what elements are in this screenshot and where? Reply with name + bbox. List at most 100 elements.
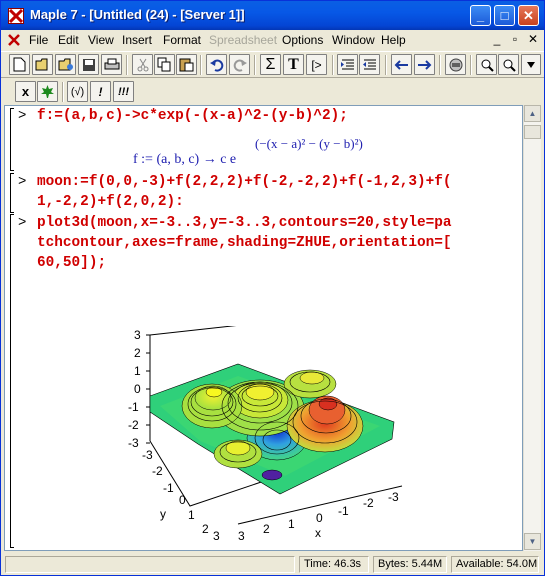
execute-button[interactable]: ! [90, 81, 111, 102]
y-tick: -1 [163, 481, 174, 495]
y-axis: -3 -2 -1 0 1 2 3 y [142, 448, 220, 541]
open-url-icon[interactable] [55, 54, 76, 75]
scroll-down-button[interactable]: ▼ [524, 533, 541, 550]
new-document-icon[interactable] [9, 54, 30, 75]
vertical-scrollbar[interactable]: ▲ ▼ [523, 105, 541, 551]
input-line-f[interactable]: f:=(a,b,c)->c*exp(-(x-a)^2-(y-b)^2); [37, 106, 348, 126]
outdent-icon[interactable] [359, 54, 380, 75]
maple-leaf-icon[interactable] [37, 81, 58, 102]
scroll-thumb[interactable] [524, 125, 541, 139]
prompt: > [18, 215, 27, 231]
z-tick: -1 [128, 400, 139, 414]
mdi-minimize-button[interactable]: _ [489, 32, 505, 48]
undo-icon[interactable] [206, 54, 227, 75]
toolbar-separator [470, 55, 472, 75]
close-button[interactable]: ✕ [518, 5, 539, 26]
status-available: Available: 54.0M [451, 556, 539, 573]
toggle-expression-button[interactable]: (√) [67, 81, 88, 102]
mdi-close-button[interactable]: ✕ [525, 32, 541, 48]
toolbar-chevron-icon[interactable] [521, 54, 541, 75]
menu-view[interactable]: View [88, 33, 114, 47]
text-icon[interactable]: T [283, 54, 304, 75]
zoom-out-icon[interactable] [498, 54, 519, 75]
toolbar-separator [385, 55, 387, 75]
worksheet[interactable]: > f:=(a,b,c)->c*exp(-(x-a)^2-(y-b)^2); f… [4, 105, 523, 551]
status-bytes: Bytes: 5.44M [373, 556, 447, 573]
cut-icon[interactable] [132, 54, 153, 75]
z-tick: 1 [134, 364, 141, 378]
document-icon[interactable] [7, 33, 21, 47]
menu-help[interactable]: Help [381, 33, 406, 47]
x-tick: 1 [288, 517, 295, 531]
forward-arrow-icon[interactable] [414, 54, 435, 75]
y-tick: 3 [213, 529, 220, 541]
title-bar[interactable]: Maple 7 - [Untitled (24) - [Server 1]] _… [1, 1, 544, 30]
indent-icon[interactable] [337, 54, 358, 75]
sigma-icon[interactable]: Σ [260, 54, 281, 75]
toolbar-separator [332, 55, 334, 75]
menu-window[interactable]: Window [332, 33, 375, 47]
input-line-plot-2[interactable]: tchcontour,axes=frame,shading=ZHUE,orien… [37, 233, 452, 253]
maple-app-icon[interactable] [8, 8, 24, 24]
save-icon[interactable] [78, 54, 99, 75]
context-toolbar: x (√) ! !!! [1, 79, 544, 103]
menu-edit[interactable]: Edit [58, 33, 79, 47]
z-axis: 3 2 1 0 -1 -2 -3 [128, 328, 150, 450]
toolbar-separator [62, 82, 64, 102]
paste-icon[interactable] [176, 54, 197, 75]
open-folder-icon[interactable] [32, 54, 53, 75]
exec-icon[interactable]: [> [306, 54, 327, 75]
z-tick: -3 [128, 436, 139, 450]
status-time: Time: 46.3s [299, 556, 369, 573]
y-tick: -2 [152, 464, 163, 478]
y-tick: 2 [202, 522, 209, 536]
minimize-button[interactable]: _ [470, 5, 491, 26]
zoom-in-icon[interactable] [476, 54, 497, 75]
main-toolbar: Σ T [> [1, 51, 544, 78]
mdi-restore-button[interactable]: ▫ [507, 32, 523, 48]
execution-group-bracket[interactable] [10, 108, 14, 171]
copy-icon[interactable] [154, 54, 175, 75]
status-bar: Time: 46.3s Bytes: 5.44M Available: 54.0… [1, 554, 544, 575]
y-tick: 0 [179, 493, 186, 507]
menu-insert[interactable]: Insert [122, 33, 152, 47]
menu-spreadsheet[interactable]: Spreadsheet [209, 33, 277, 47]
y-tick: -3 [142, 448, 153, 462]
output-f-definition: f := (a, b, c) → c e [133, 152, 236, 168]
menu-options[interactable]: Options [282, 33, 323, 47]
input-line-moon-1[interactable]: moon:=f(0,0,-3)+f(2,2,2)+f(-2,-2,2)+f(-1… [37, 172, 452, 192]
x-tick: 2 [263, 522, 270, 536]
back-arrow-icon[interactable] [391, 54, 412, 75]
menu-format[interactable]: Format [163, 33, 201, 47]
output-exponent: (−(x − a)² − (y − b)²) [255, 136, 363, 151]
prompt: > [18, 108, 27, 124]
maximize-button[interactable]: □ [494, 5, 515, 26]
execute-all-button[interactable]: !!! [113, 81, 134, 102]
execution-group-bracket[interactable] [10, 214, 14, 548]
x-axis-label: x [315, 526, 321, 540]
toolbar-separator [254, 55, 256, 75]
toolbar-separator [200, 55, 202, 75]
x-tick: -3 [388, 490, 399, 504]
redo-icon[interactable] [229, 54, 250, 75]
print-icon[interactable] [101, 54, 122, 75]
input-line-plot-1[interactable]: plot3d(moon,x=-3..3,y=-3..3,contours=20,… [37, 213, 452, 233]
y-tick: 1 [188, 508, 195, 522]
x-axis: 3 2 1 0 -1 -2 -3 x [237, 485, 403, 541]
input-line-plot-3[interactable]: 60,50]); [37, 253, 106, 273]
plot3d-output[interactable]: 3 2 1 0 -1 -2 -3 -3 -2 -1 0 1 2 3 y 3 2 … [120, 326, 410, 541]
z-tick: 0 [134, 382, 141, 396]
x-tick: -1 [338, 504, 349, 518]
output-lhs: f := (a, b, c) → c e [133, 152, 237, 167]
x-tick: -2 [363, 496, 374, 510]
stop-icon[interactable] [445, 54, 466, 75]
z-tick: 2 [134, 346, 141, 360]
z-tick: -2 [128, 418, 139, 432]
math-input-button[interactable]: x [15, 81, 36, 102]
execution-group-bracket[interactable] [10, 173, 14, 213]
input-line-moon-2[interactable]: 1,-2,2)+f(2,0,2): [37, 192, 184, 212]
x-tick: 3 [238, 529, 245, 541]
scroll-up-button[interactable]: ▲ [524, 105, 541, 122]
menu-file[interactable]: File [29, 33, 48, 47]
menu-bar: File Edit View Insert Format Spreadsheet… [1, 30, 544, 51]
